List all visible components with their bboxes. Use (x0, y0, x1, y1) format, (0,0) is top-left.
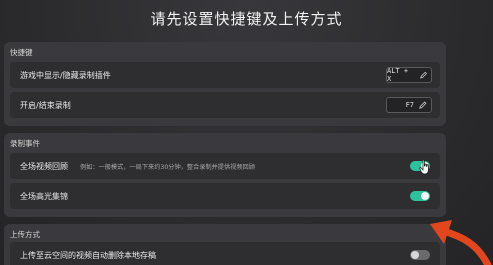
recording-section: 录制事件 全场视频回顾 例如：一般模式，一局下来约30分钟，整合录制并提供视频回… (4, 133, 446, 217)
section-title: 录制事件 (10, 139, 40, 148)
row-label: 全场视频回顾 (20, 161, 68, 171)
row-label: 上传至云空间的视频自动删除本地存稿 (20, 250, 156, 260)
annotation-arrow-icon (430, 220, 492, 265)
settings-dialog: 请先设置快捷键及上传方式 快捷键 游戏中显示/隐藏录制插件 ALT + X 开启… (0, 0, 493, 265)
setting-row-full-video: 全场视频回顾 例如：一般模式，一局下来约30分钟，整合录制并提供视频回顾 (10, 153, 440, 179)
toggle-knob (421, 192, 429, 200)
page-title: 请先设置快捷键及上传方式 (150, 10, 343, 28)
upload-section: 上传方式 上传至云空间的视频自动删除本地存稿 (4, 224, 446, 265)
hotkey-field-recording[interactable]: F7 (386, 97, 432, 113)
row-label: 游戏中显示/隐藏录制插件 (20, 70, 111, 80)
row-description: 例如：一般模式，一局下来约30分钟，整合录制并提供视频回顾 (80, 163, 255, 171)
edit-icon[interactable] (419, 101, 427, 109)
hotkey-value: F7 (405, 101, 414, 109)
hotkey-field-toggle-plugin[interactable]: ALT + X (386, 67, 432, 83)
row-label: 全场高光集锦 (20, 191, 68, 201)
section-title: 上传方式 (10, 230, 40, 239)
hotkey-row-recording: 开启/结束录制 F7 (10, 92, 440, 118)
hotkeys-section: 快捷键 游戏中显示/隐藏录制插件 ALT + X 开启/结束录制 F7 (4, 42, 446, 126)
hotkey-value: ALT + X (387, 67, 409, 83)
row-label: 开启/结束录制 (20, 100, 71, 110)
section-title: 快捷键 (10, 48, 33, 57)
mouse-cursor-icon (419, 159, 429, 175)
setting-row-highlights: 全场高光集锦 (10, 183, 440, 209)
setting-row-auto-delete: 上传至云空间的视频自动删除本地存稿 (10, 242, 440, 265)
edit-icon[interactable] (419, 71, 427, 79)
highlights-toggle[interactable] (410, 191, 430, 201)
hotkey-row-toggle-plugin: 游戏中显示/隐藏录制插件 ALT + X (10, 62, 440, 88)
toggle-knob (411, 251, 419, 259)
